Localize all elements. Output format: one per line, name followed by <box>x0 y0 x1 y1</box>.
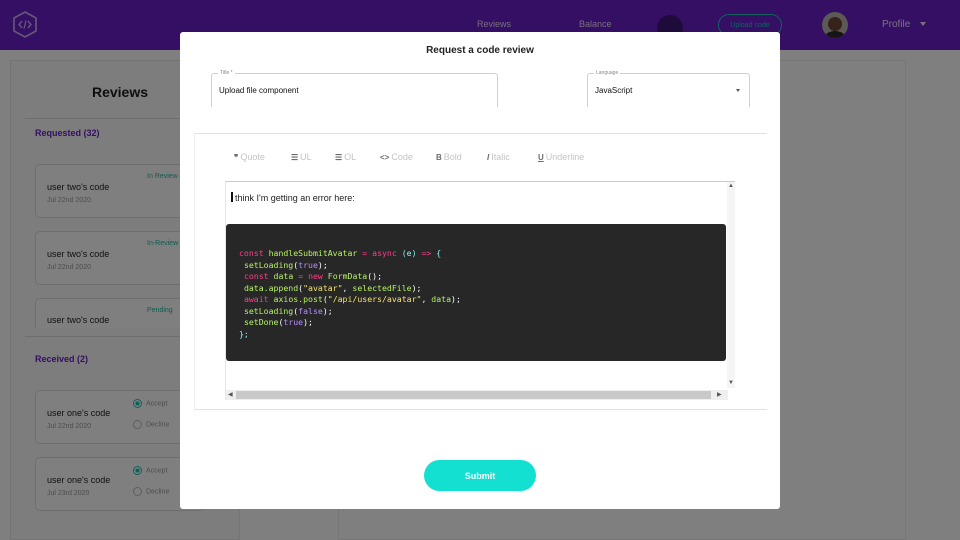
underline-button[interactable]: U Underline <box>538 152 584 162</box>
language-legend: Language <box>594 70 621 77</box>
numbered-list-icon: ☰ <box>335 153 343 162</box>
ol-button[interactable]: ☰ OL <box>335 152 356 162</box>
editor-content[interactable]: think I'm getting an error here: const h… <box>225 181 735 400</box>
italic-button[interactable]: I Italic <box>487 152 510 162</box>
scroll-right-icon[interactable]: ▶ <box>717 391 722 399</box>
scroll-up-icon[interactable]: ▲ <box>728 182 734 190</box>
bold-button[interactable]: B Bold <box>436 152 462 162</box>
quote-button[interactable]: ❞ Quote <box>234 152 265 162</box>
underline-icon: U <box>538 153 544 162</box>
scroll-down-icon[interactable]: ▼ <box>728 379 734 387</box>
chevron-down-icon[interactable] <box>736 89 740 92</box>
language-select[interactable]: Language JavaScript <box>587 70 750 107</box>
code-button[interactable]: <> Code <box>380 152 413 162</box>
scrollbar-thumb[interactable] <box>236 391 711 399</box>
horizontal-scrollbar[interactable]: ◀ ▶ <box>226 390 728 400</box>
title-field[interactable]: Title * Upload file component <box>211 70 498 107</box>
quote-label: Quote <box>240 152 265 162</box>
bold-icon: B <box>436 153 442 162</box>
editor-paragraph: think I'm getting an error here: <box>235 193 355 203</box>
scroll-left-icon[interactable]: ◀ <box>228 391 233 399</box>
ul-label: UL <box>300 152 312 162</box>
text-cursor <box>231 192 233 202</box>
bold-label: Bold <box>443 152 462 162</box>
editor-text[interactable]: think I'm getting an error here: <box>231 192 355 203</box>
submit-button[interactable]: Submit <box>424 460 536 491</box>
bulleted-list-icon: ☰ <box>291 153 299 162</box>
ol-label: OL <box>344 152 357 162</box>
code-icon: <> <box>380 153 390 162</box>
quote-icon: ❞ <box>234 153 239 162</box>
code-review-modal: Request a code review Title * Upload fil… <box>180 32 780 509</box>
underline-label: Underline <box>545 152 585 162</box>
vertical-scrollbar[interactable]: ▲ ▼ <box>727 182 735 388</box>
italic-label: Italic <box>491 152 510 162</box>
language-value: JavaScript <box>595 86 633 95</box>
ul-button[interactable]: ☰ UL <box>291 152 312 162</box>
code-block[interactable]: const handleSubmitAvatar = async (e) => … <box>226 224 726 361</box>
code-label: Code <box>391 152 413 162</box>
title-field-value[interactable]: Upload file component <box>219 86 299 95</box>
modal-title: Request a code review <box>426 45 534 56</box>
italic-icon: I <box>487 153 490 162</box>
title-field-legend: Title * <box>218 70 235 77</box>
